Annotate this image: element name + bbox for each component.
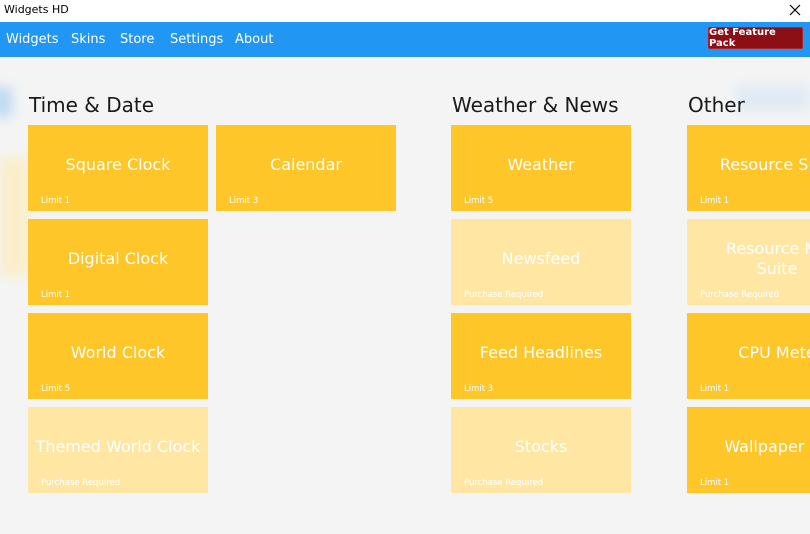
tile-themed-world-clock[interactable]: Themed World Clock Purchase Required	[28, 407, 208, 493]
tile-status: Purchase Required	[700, 290, 780, 300]
tile-world-clock[interactable]: World Clock Limit 5	[28, 313, 208, 399]
tile-label: Wallpaper Ro	[724, 437, 810, 456]
tile-status: Purchase Required	[41, 478, 121, 488]
tile-status: Limit 5	[464, 196, 494, 206]
close-button[interactable]	[780, 0, 810, 20]
tile-cpu-meter[interactable]: CPU Mete Limit 1	[687, 313, 810, 399]
tile-status: Limit 5	[41, 384, 71, 394]
section-title-other: Other	[688, 93, 745, 117]
tile-wallpaper-rotator[interactable]: Wallpaper Ro Limit 1	[687, 407, 810, 493]
tile-label: Feed Headlines	[479, 343, 603, 362]
nav-item-about[interactable]: About	[235, 32, 273, 47]
tile-status: Limit 1	[700, 478, 730, 488]
tile-label: Stocks	[514, 437, 568, 456]
tile-label: Newsfeed	[501, 249, 581, 268]
close-icon	[789, 4, 801, 16]
tile-label: Square Clock	[65, 155, 171, 174]
nav-item-skins[interactable]: Skins	[71, 32, 105, 47]
tile-stocks[interactable]: Stocks Purchase Required	[451, 407, 631, 493]
background-decoration	[735, 85, 810, 111]
title-bar: Widgets HD	[0, 0, 810, 22]
nav-bar: Widgets Skins Store Settings About	[0, 22, 810, 57]
tile-status: Purchase Required	[464, 478, 544, 488]
tile-label: Resource Mo Suite	[725, 239, 810, 278]
tile-status: Limit 3	[464, 384, 494, 394]
tile-square-clock[interactable]: Square Clock Limit 1	[28, 125, 208, 211]
app-title: Widgets HD	[4, 3, 69, 16]
nav-item-widgets[interactable]: Widgets	[6, 32, 59, 47]
tile-label: CPU Mete	[738, 343, 810, 362]
tile-label: Themed World Clock	[35, 437, 201, 456]
tile-newsfeed[interactable]: Newsfeed Purchase Required	[451, 219, 631, 305]
tile-calendar[interactable]: Calendar Limit 3	[216, 125, 396, 211]
tile-status: Purchase Required	[464, 290, 544, 300]
tile-status: Limit 1	[700, 196, 730, 206]
section-title-weather-news: Weather & News	[452, 93, 619, 117]
tile-status: Limit 1	[41, 290, 71, 300]
tile-digital-clock[interactable]: Digital Clock Limit 1	[28, 219, 208, 305]
background-decoration	[0, 157, 30, 277]
background-decoration	[0, 87, 12, 117]
section-title-time-date: Time & Date	[29, 93, 155, 117]
tile-label: World Clock	[70, 343, 166, 362]
tile-resource-monitor-suite[interactable]: Resource Mo Suite Purchase Required	[687, 219, 810, 305]
tile-weather[interactable]: Weather Limit 5	[451, 125, 631, 211]
tile-label: Calendar	[270, 155, 342, 174]
tile-resource-summary[interactable]: Resource Sum Limit 1	[687, 125, 810, 211]
get-feature-pack-button[interactable]: Get Feature Pack	[708, 27, 803, 49]
tile-status: Limit 3	[229, 196, 259, 206]
tile-label: Digital Clock	[67, 249, 169, 268]
nav-item-store[interactable]: Store	[120, 32, 154, 47]
tile-status: Limit 1	[700, 384, 730, 394]
nav-item-settings[interactable]: Settings	[170, 32, 223, 47]
tile-label: Weather	[507, 155, 575, 174]
tile-feed-headlines[interactable]: Feed Headlines Limit 3	[451, 313, 631, 399]
tile-status: Limit 1	[41, 196, 71, 206]
tile-label: Resource Sum	[719, 155, 810, 174]
widgets-panel: Time & Date Weather & News Other Square …	[0, 57, 810, 534]
